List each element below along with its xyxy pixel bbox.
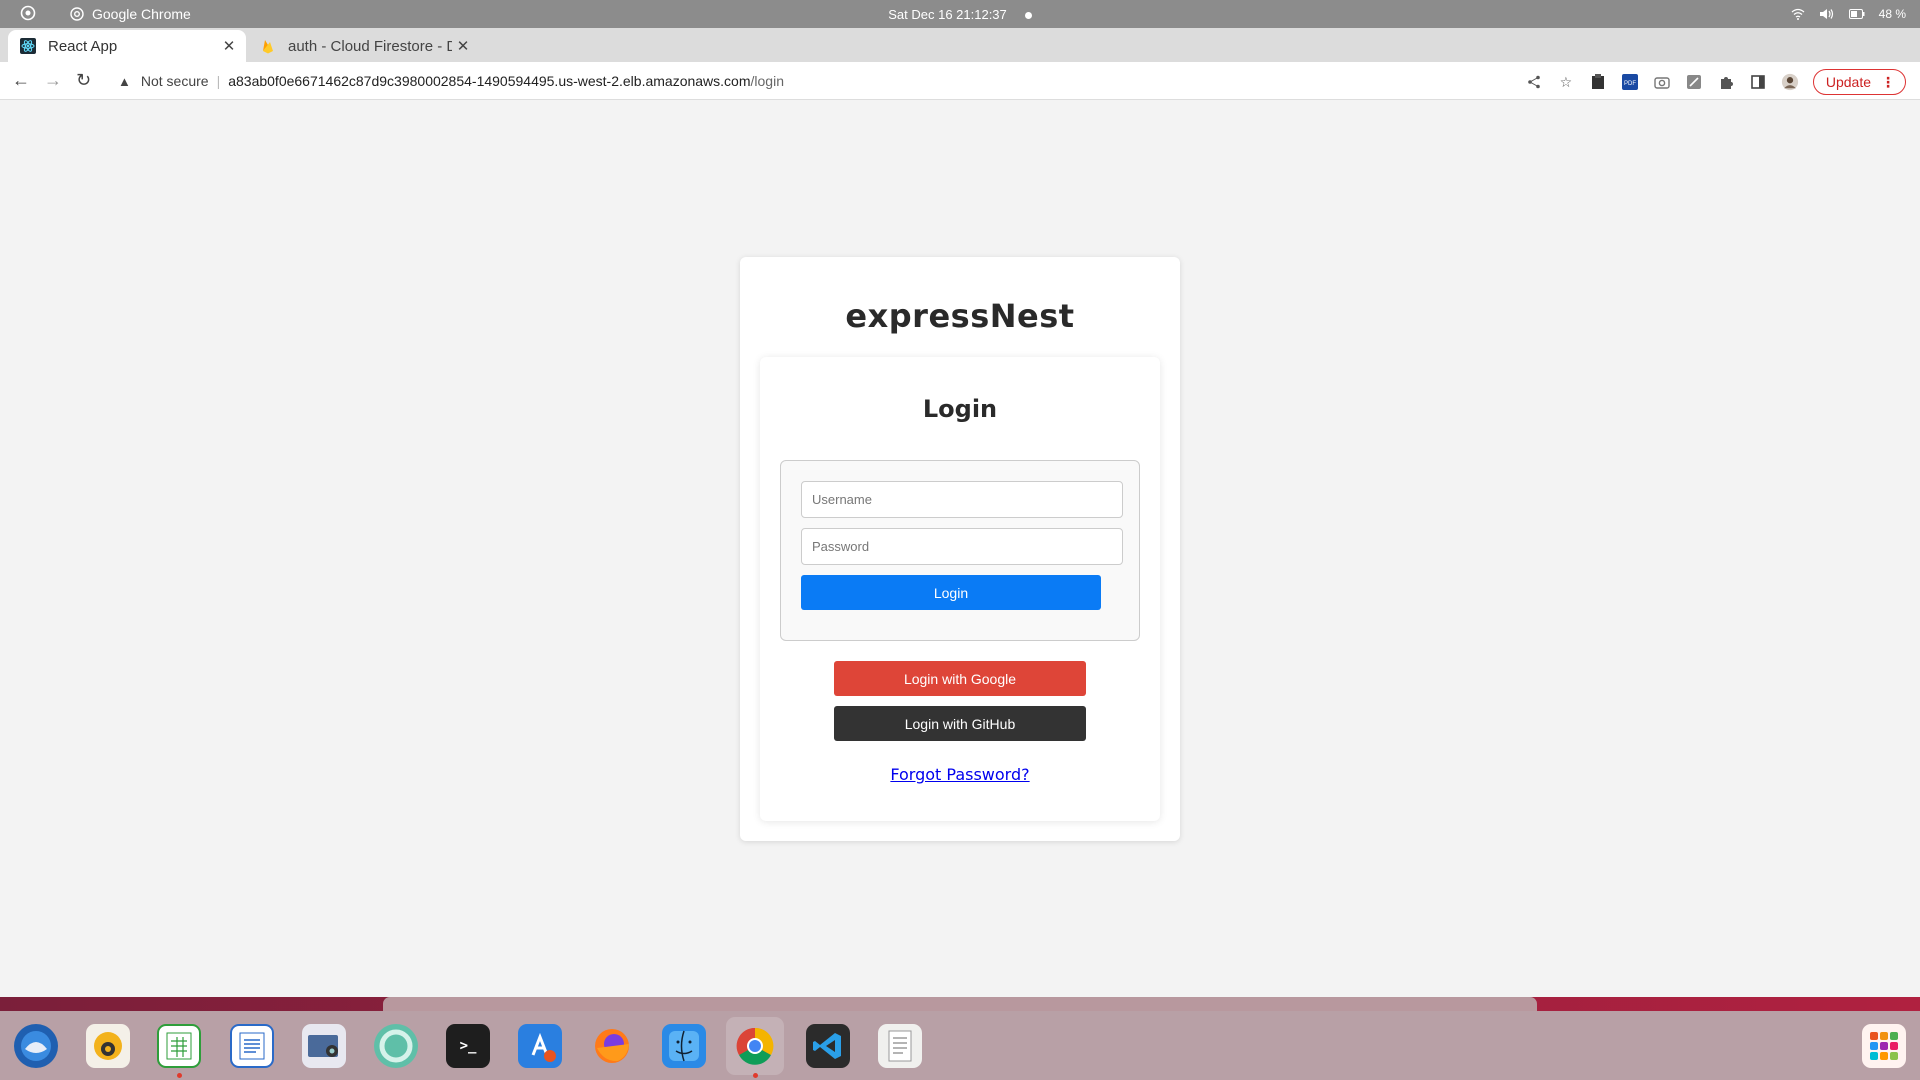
login-with-google-button[interactable]: Login with Google: [834, 661, 1086, 696]
update-button[interactable]: Update ⋮: [1812, 69, 1906, 95]
tab-firestore[interactable]: auth - Cloud Firestore - Da ✕: [254, 30, 480, 62]
system-tray[interactable]: 48 %: [1791, 7, 1906, 21]
battery-icon: [1848, 9, 1865, 19]
url-path: /login: [750, 73, 784, 89]
battery-percent: 48 %: [1878, 7, 1906, 21]
browser-tab-strip: React App ✕ auth - Cloud Firestore - Da …: [0, 28, 1920, 84]
svg-text:PDF: PDF: [1624, 81, 1636, 87]
forgot-password-link[interactable]: Forgot Password?: [760, 765, 1160, 784]
pdf-extension-icon[interactable]: PDF: [1621, 73, 1639, 91]
system-top-bar: Google Chrome Sat Dec 16 21:12:37 48 %: [0, 0, 1920, 28]
tab-title: React App: [48, 37, 118, 55]
url-host: a83ab0f0e6671462c87d9c3980002854-1490594…: [228, 73, 751, 89]
dock: >_: [0, 1011, 1920, 1080]
tab-react-app[interactable]: React App ✕: [8, 30, 246, 62]
text-editor-icon[interactable]: [878, 1024, 922, 1068]
show-apps-grid-icon[interactable]: [1862, 1024, 1906, 1068]
chrome-running-indicator: [753, 1073, 758, 1078]
tab-close-icon[interactable]: ✕: [218, 37, 240, 55]
password-input[interactable]: [801, 528, 1123, 565]
finder-icon[interactable]: [662, 1024, 706, 1068]
omnibox-separator: |: [216, 73, 221, 89]
security-label: Not secure: [140, 73, 209, 89]
update-label: Update: [1825, 74, 1871, 90]
login-with-github-button[interactable]: Login with GitHub: [834, 706, 1086, 741]
wifi-icon: [1791, 8, 1805, 20]
login-form: Login: [780, 460, 1140, 641]
app-center-icon[interactable]: [518, 1024, 562, 1068]
libreoffice-writer-icon[interactable]: [230, 1024, 274, 1068]
reload-icon[interactable]: ↻: [76, 70, 91, 91]
back-icon[interactable]: ←: [12, 70, 30, 91]
system-clock[interactable]: Sat Dec 16 21:12:37: [0, 7, 1920, 22]
bookmark-star-icon[interactable]: ☆: [1557, 73, 1575, 91]
notification-dot: [1024, 11, 1032, 19]
brand-title: expressNest: [845, 297, 1075, 335]
username-input[interactable]: [801, 481, 1123, 518]
browser-toolbar: ← → ↻ ▲ Not secure | a83ab0f0e6671462c87…: [0, 62, 1920, 100]
extensions-puzzle-icon[interactable]: [1717, 73, 1735, 91]
firebase-favicon-icon: [260, 38, 276, 54]
toolbar-actions: ☆ PDF Update ⋮: [1525, 69, 1906, 95]
dock-scroll-track: [383, 997, 1537, 1011]
firefox-icon[interactable]: [590, 1024, 634, 1068]
calc-running-indicator: [177, 1073, 182, 1078]
profile-avatar-icon[interactable]: [1781, 73, 1799, 91]
edit-extension-icon[interactable]: [1685, 73, 1703, 91]
help-lifebuoy-icon[interactable]: [374, 1024, 418, 1068]
screenshot-icon[interactable]: [302, 1024, 346, 1068]
rhythmbox-icon[interactable]: [86, 1024, 130, 1068]
login-button[interactable]: Login: [801, 575, 1101, 610]
volume-icon: [1819, 9, 1833, 19]
camera-icon[interactable]: [1653, 73, 1671, 91]
login-heading: Login: [922, 395, 998, 423]
extension-notes-icon[interactable]: [1589, 73, 1607, 91]
terminal-icon[interactable]: >_: [446, 1024, 490, 1068]
login-card: Login Login Login with Google Login with…: [760, 357, 1160, 821]
address-bar[interactable]: ▲ Not secure | a83ab0f0e6671462c87d9c398…: [110, 66, 1580, 96]
chrome-dock-icon[interactable]: [726, 1017, 784, 1075]
kebab-menu-icon: ⋮: [1881, 73, 1895, 90]
vscode-icon[interactable]: [806, 1024, 850, 1068]
app-container: expressNest Login Login Login with Googl…: [740, 257, 1180, 841]
clock-text: Sat Dec 16 21:12:37: [888, 6, 1007, 22]
side-panel-icon[interactable]: [1749, 73, 1767, 91]
thunderbird-icon[interactable]: [14, 1024, 58, 1068]
warning-icon[interactable]: ▲: [118, 74, 131, 89]
share-icon[interactable]: [1525, 73, 1543, 91]
tab-close-icon[interactable]: ✕: [452, 37, 474, 55]
forward-icon[interactable]: →: [44, 70, 62, 91]
libreoffice-calc-icon[interactable]: [157, 1024, 201, 1068]
react-favicon-icon: [20, 38, 36, 54]
tab-title: auth - Cloud Firestore - Da: [288, 37, 452, 55]
